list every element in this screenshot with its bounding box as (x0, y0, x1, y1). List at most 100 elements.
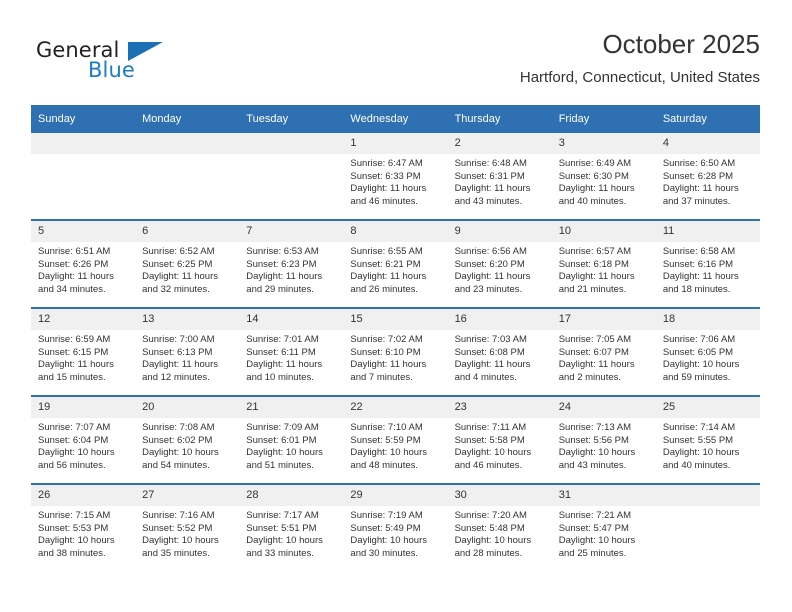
weekday-header-thursday: Thursday (447, 105, 552, 133)
daylight-text-line2: and 32 minutes. (142, 283, 210, 295)
day-number: 27 (135, 485, 240, 506)
page-title: October 2025 (602, 29, 760, 59)
day-number (135, 133, 240, 154)
daylight-text-line1: Daylight: 11 hours (454, 183, 531, 195)
day-details: Sunrise: 6:56 AM Sunset: 6:20 PM Daylight:… (448, 242, 552, 296)
calendar-day-cell[interactable]: 18 Sunrise: 7:06 AM Sunset: 6:05 PM Dayligh… (655, 307, 760, 396)
day-details: Sunrise: 6:53 AM Sunset: 6:23 PM Daylight:… (239, 242, 343, 296)
sunrise-text: Sunrise: 7:09 AM (246, 422, 319, 433)
day-number: 30 (447, 485, 552, 506)
sunset-text: Sunset: 6:08 PM (454, 346, 525, 358)
daylight-text-line1: Daylight: 11 hours (662, 271, 739, 283)
calendar-day-cell[interactable]: 26 Sunrise: 7:15 AM Sunset: 5:53 PM Dayligh… (31, 483, 136, 571)
calendar-day-cell[interactable]: 25 Sunrise: 7:14 AM Sunset: 5:55 PM Dayligh… (655, 395, 760, 484)
daylight-text-line2: and 43 minutes. (454, 195, 523, 207)
calendar-day-cell[interactable]: 17 Sunrise: 7:05 AM Sunset: 6:07 PM Dayligh… (551, 307, 656, 396)
sunrise-text: Sunrise: 7:15 AM (38, 510, 111, 521)
sunrise-text: Sunrise: 6:58 AM (662, 246, 736, 257)
daylight-text-line2: and 33 minutes. (246, 547, 314, 559)
daylight-text-line2: and 15 minutes. (38, 371, 106, 383)
sunrise-text: Sunrise: 7:16 AM (142, 510, 215, 521)
sunset-text: Sunset: 6:05 PM (662, 346, 734, 358)
daylight-text-line1: Daylight: 11 hours (246, 359, 323, 371)
daylight-text-line2: and 51 minutes. (246, 459, 314, 471)
day-details: Sunrise: 7:01 AM Sunset: 6:11 PM Daylight:… (239, 330, 343, 384)
calendar-day-cell[interactable]: 24 Sunrise: 7:13 AM Sunset: 5:56 PM Dayligh… (551, 395, 656, 484)
calendar-day-cell[interactable]: 23 Sunrise: 7:11 AM Sunset: 5:58 PM Dayligh… (447, 395, 552, 484)
daylight-text-line2: and 12 minutes. (142, 371, 210, 383)
daylight-text-line2: and 40 minutes. (558, 195, 627, 207)
sunset-text: Sunset: 6:01 PM (246, 434, 317, 446)
calendar-day-cell[interactable]: 5 Sunrise: 6:51 AM Sunset: 6:26 PM Daylight… (31, 219, 136, 308)
calendar-header-row: Sunday Monday Tuesday Wednesday Thursday… (31, 105, 760, 133)
day-details: Sunrise: 7:15 AM Sunset: 5:53 PM Daylight:… (31, 506, 135, 560)
day-details: Sunrise: 7:20 AM Sunset: 5:48 PM Daylight:… (448, 506, 552, 560)
daylight-text-line1: Daylight: 11 hours (558, 183, 635, 195)
sunrise-text: Sunrise: 7:02 AM (350, 334, 423, 345)
calendar-day-cell[interactable]: 28 Sunrise: 7:17 AM Sunset: 5:51 PM Dayligh… (239, 483, 344, 571)
day-details: Sunrise: 7:09 AM Sunset: 6:01 PM Daylight:… (239, 418, 343, 472)
general-blue-logo[interactable]: General Blue (31, 34, 251, 90)
calendar-day-cell[interactable]: 27 Sunrise: 7:16 AM Sunset: 5:52 PM Dayligh… (135, 483, 240, 571)
calendar-day-cell[interactable]: 4 Sunrise: 6:50 AM Sunset: 6:28 PM Daylight… (655, 133, 760, 220)
calendar-day-cell[interactable]: 31 Sunrise: 7:21 AM Sunset: 5:47 PM Dayligh… (551, 483, 656, 571)
weekday-header-monday: Monday (135, 105, 240, 133)
sunset-text: Sunset: 5:47 PM (558, 522, 629, 534)
day-number: 21 (239, 397, 344, 418)
calendar-day-cell[interactable]: 16 Sunrise: 7:03 AM Sunset: 6:08 PM Dayligh… (447, 307, 552, 396)
day-details: Sunrise: 6:51 AM Sunset: 6:26 PM Daylight:… (31, 242, 135, 296)
calendar-day-cell[interactable]: 12 Sunrise: 6:59 AM Sunset: 6:15 PM Dayligh… (31, 307, 136, 396)
calendar-body: 1 Sunrise: 6:47 AM Sunset: 6:33 PM Daylight… (31, 133, 760, 571)
calendar-day-cell[interactable]: 22 Sunrise: 7:10 AM Sunset: 5:59 PM Dayligh… (343, 395, 448, 484)
calendar-day-cell[interactable]: 2 Sunrise: 6:48 AM Sunset: 6:31 PM Daylight… (447, 133, 552, 220)
calendar-day-cell[interactable]: 15 Sunrise: 7:02 AM Sunset: 6:10 PM Dayligh… (343, 307, 448, 396)
sunrise-text: Sunrise: 7:08 AM (142, 422, 215, 433)
calendar-day-cell[interactable]: 20 Sunrise: 7:08 AM Sunset: 6:02 PM Dayligh… (135, 395, 240, 484)
daylight-text-line2: and 59 minutes. (662, 371, 731, 383)
calendar-day-cell[interactable]: 9 Sunrise: 6:56 AM Sunset: 6:20 PM Daylight… (447, 219, 552, 308)
daylight-text-line1: Daylight: 11 hours (558, 359, 635, 371)
daylight-text-line2: and 25 minutes. (558, 547, 627, 559)
daylight-text-line1: Daylight: 10 hours (350, 447, 427, 459)
day-number: 5 (31, 221, 136, 242)
day-number: 14 (239, 309, 344, 330)
day-number: 10 (551, 221, 656, 242)
daylight-text-line2: and 21 minutes. (558, 283, 627, 295)
sunset-text: Sunset: 6:10 PM (350, 346, 421, 358)
day-details: Sunrise: 6:52 AM Sunset: 6:25 PM Daylight:… (135, 242, 239, 296)
daylight-text-line2: and 10 minutes. (246, 371, 314, 383)
sunset-text: Sunset: 6:20 PM (454, 258, 525, 270)
day-number: 23 (447, 397, 552, 418)
calendar-day-cell[interactable]: 29 Sunrise: 7:19 AM Sunset: 5:49 PM Dayligh… (343, 483, 448, 571)
calendar-day-cell[interactable]: 30 Sunrise: 7:20 AM Sunset: 5:48 PM Dayligh… (447, 483, 552, 571)
sunrise-text: Sunrise: 6:55 AM (350, 246, 423, 257)
sunrise-text: Sunrise: 7:20 AM (454, 510, 527, 521)
sunrise-text: Sunrise: 7:11 AM (454, 422, 527, 433)
calendar-day-cell[interactable]: 10 Sunrise: 6:57 AM Sunset: 6:18 PM Dayligh… (551, 219, 656, 308)
day-number: 16 (447, 309, 552, 330)
sunset-text: Sunset: 5:48 PM (454, 522, 525, 534)
calendar-day-cell[interactable]: 13 Sunrise: 7:00 AM Sunset: 6:13 PM Dayligh… (135, 307, 240, 396)
calendar-day-cell[interactable]: 11 Sunrise: 6:58 AM Sunset: 6:16 PM Dayligh… (655, 219, 760, 308)
sunrise-text: Sunrise: 6:53 AM (246, 246, 319, 257)
calendar-day-cell[interactable]: 6 Sunrise: 6:52 AM Sunset: 6:25 PM Daylight… (135, 219, 240, 308)
calendar-day-cell[interactable]: 1 Sunrise: 6:47 AM Sunset: 6:33 PM Daylight… (343, 133, 448, 220)
calendar-empty-cell (655, 483, 760, 571)
calendar-day-cell[interactable]: 21 Sunrise: 7:09 AM Sunset: 6:01 PM Dayligh… (239, 395, 344, 484)
calendar-day-cell[interactable]: 19 Sunrise: 7:07 AM Sunset: 6:04 PM Dayligh… (31, 395, 136, 484)
day-details: Sunrise: 6:49 AM Sunset: 6:30 PM Daylight:… (552, 154, 656, 208)
day-details: Sunrise: 6:58 AM Sunset: 6:16 PM Daylight:… (656, 242, 760, 296)
sunrise-text: Sunrise: 7:05 AM (558, 334, 632, 345)
calendar-day-cell[interactable]: 3 Sunrise: 6:49 AM Sunset: 6:30 PM Daylight… (551, 133, 656, 220)
calendar-day-cell[interactable]: 8 Sunrise: 6:55 AM Sunset: 6:21 PM Daylight… (343, 219, 448, 308)
sunrise-text: Sunrise: 6:56 AM (454, 246, 527, 257)
daylight-text-line2: and 46 minutes. (454, 459, 523, 471)
title-block: October 2025 Hartford, Connecticut, Unit… (520, 28, 760, 87)
calendar-day-cell[interactable]: 14 Sunrise: 7:01 AM Sunset: 6:11 PM Dayligh… (239, 307, 344, 396)
sunset-text: Sunset: 6:18 PM (558, 258, 629, 270)
sunrise-text: Sunrise: 7:14 AM (662, 422, 736, 433)
daylight-text-line1: Daylight: 10 hours (558, 535, 636, 547)
day-details: Sunrise: 7:00 AM Sunset: 6:13 PM Daylight:… (135, 330, 239, 384)
calendar-day-cell[interactable]: 7 Sunrise: 6:53 AM Sunset: 6:23 PM Daylight… (239, 219, 344, 308)
sunrise-text: Sunrise: 6:50 AM (662, 158, 736, 169)
